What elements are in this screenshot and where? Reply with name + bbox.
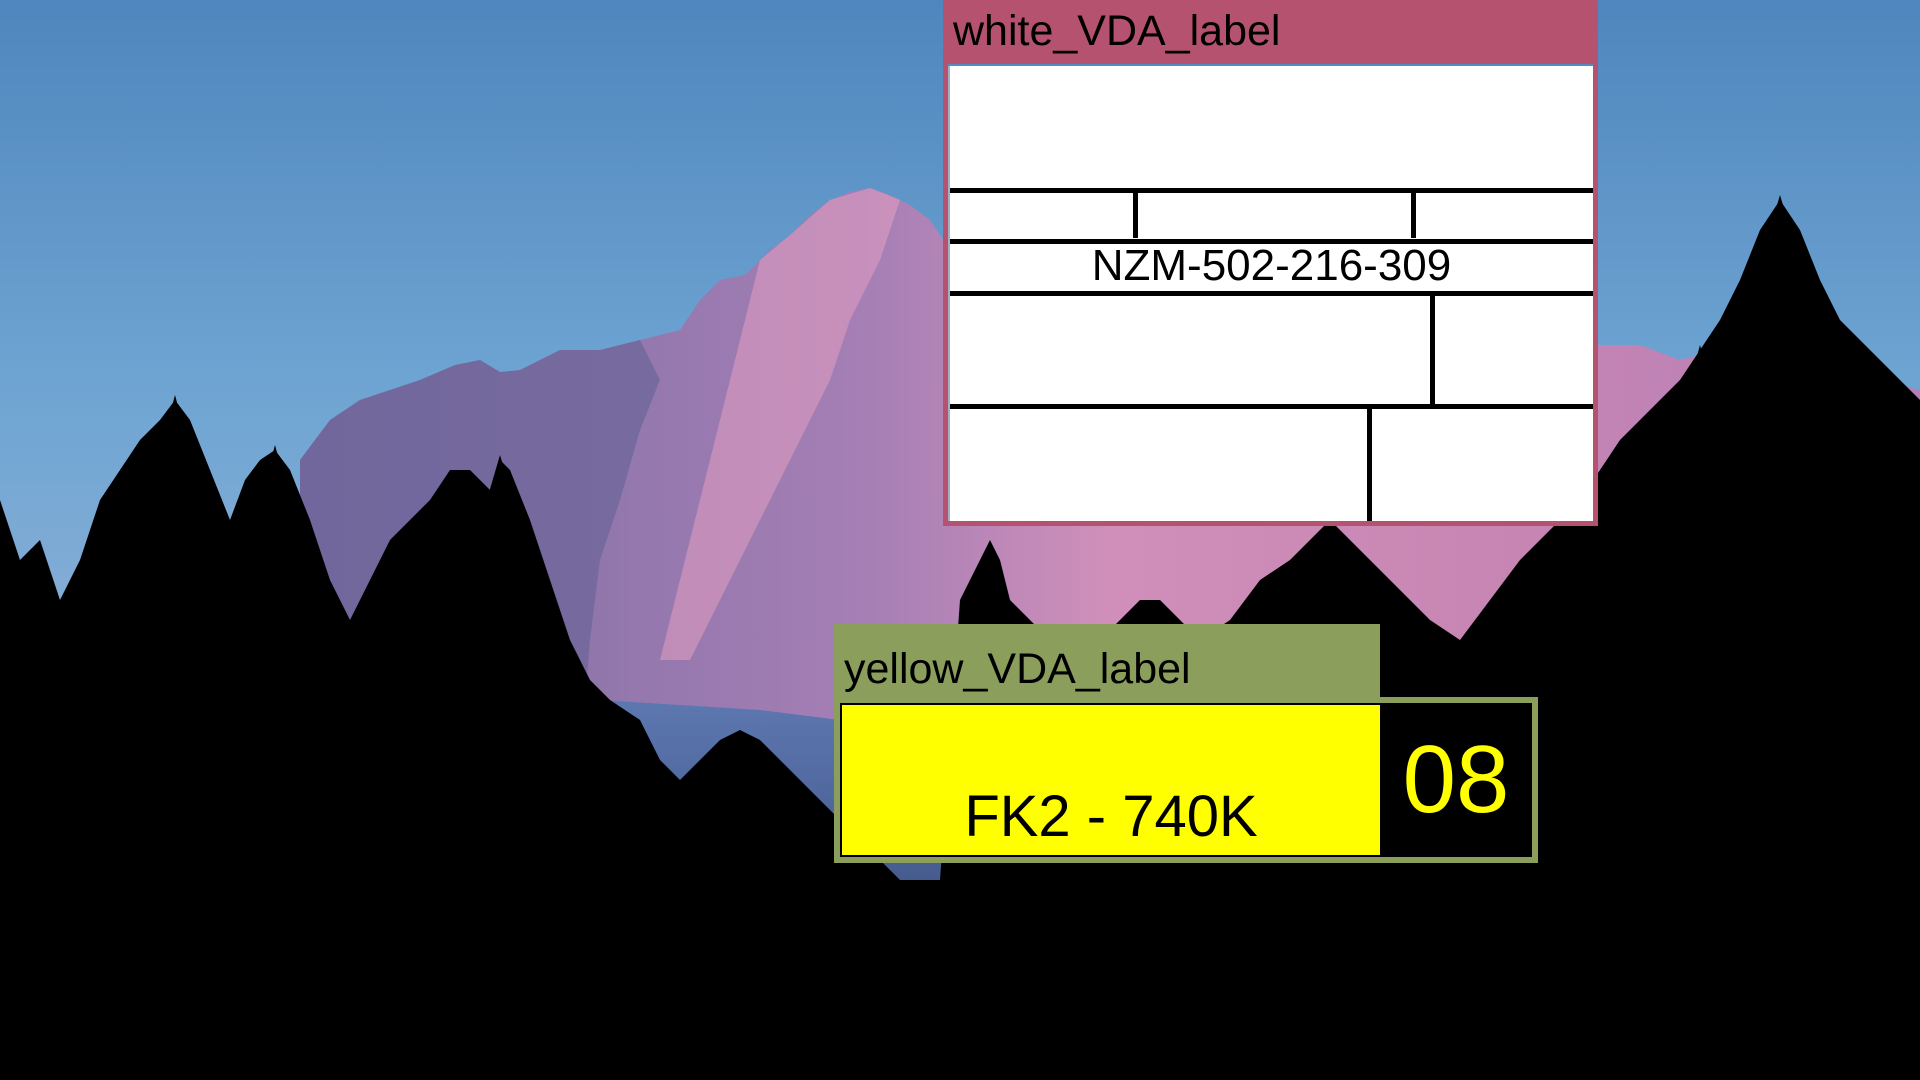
label-divider [1367,404,1372,521]
yellow-vda-label-number: 08 [1402,726,1510,833]
white-vda-label-tag: white_VDA_label [943,0,1598,64]
yellow-vda-label-field: FK2 - 740K [842,705,1380,855]
label-divider [1430,291,1435,404]
label-divider [950,404,1593,409]
label-divider [950,188,1593,193]
yellow-vda-label-tag-text: yellow_VDA_label [844,645,1191,693]
label-divider [1411,188,1416,238]
white-vda-label-tag-text: white_VDA_label [953,7,1281,55]
label-divider [1133,188,1138,238]
white-vda-label: NZM-502-216-309 [948,66,1593,521]
yellow-vda-label-code: FK2 - 740K [964,784,1258,849]
yellow-vda-label-tag: yellow_VDA_label [834,624,1380,698]
white-vda-label-code: NZM-502-216-309 [1091,241,1452,290]
label-divider [950,291,1593,296]
yellow-vda-label: FK2 - 740K 08 [840,703,1532,857]
